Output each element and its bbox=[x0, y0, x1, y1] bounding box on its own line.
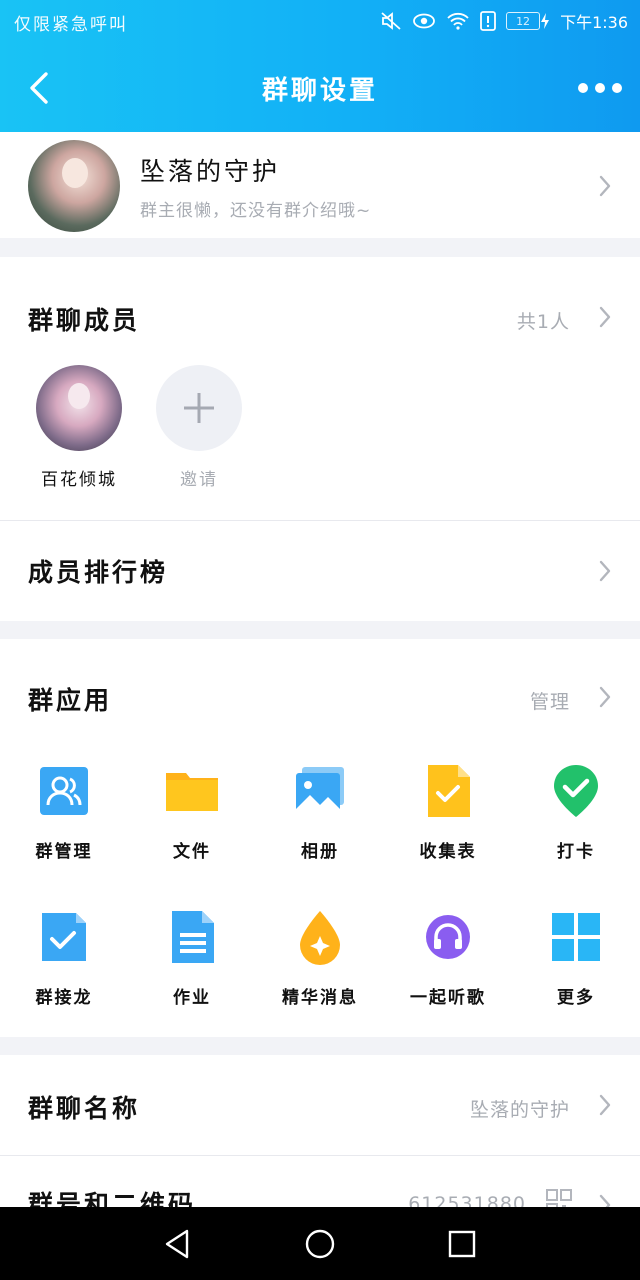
chevron-right-icon bbox=[599, 1094, 611, 1116]
apps-title: 群应用 bbox=[28, 686, 113, 715]
album-icon bbox=[296, 767, 344, 813]
app-essence[interactable]: 精华消息 bbox=[260, 909, 380, 1008]
group-qr-row[interactable]: 群号和二维码 612531880 bbox=[0, 1155, 640, 1215]
app-homework[interactable]: 作业 bbox=[132, 909, 252, 1008]
apps-manage-link[interactable]: 管理 bbox=[530, 687, 570, 714]
invite-button[interactable]: 邀请 bbox=[155, 365, 243, 490]
relay-icon bbox=[42, 913, 86, 961]
more-dots-icon[interactable] bbox=[578, 74, 622, 102]
group-apps-card: 群应用 管理 群管理 文件 相册 收集表 打卡 群接龙 作业 精华消息 一起听歌 bbox=[0, 639, 640, 1037]
member-name: 百花倾城 bbox=[41, 470, 117, 490]
chevron-right-icon[interactable] bbox=[598, 685, 612, 709]
group-name-row[interactable]: 群聊名称 坠落的守护 bbox=[0, 1055, 640, 1155]
more-apps-icon bbox=[552, 913, 600, 961]
app-label: 精华消息 bbox=[282, 988, 358, 1008]
members-count[interactable]: 共1人 bbox=[517, 307, 570, 334]
ranking-label: 成员排行榜 bbox=[28, 558, 169, 587]
ranking-row[interactable]: 成员排行榜 bbox=[0, 521, 640, 621]
nav-back-icon[interactable] bbox=[161, 1227, 195, 1261]
nav-recent-icon[interactable] bbox=[445, 1227, 479, 1261]
battery-level: 12 bbox=[506, 12, 541, 30]
members-card: 群聊成员 共1人 百花倾城 邀请 成员排行榜 bbox=[0, 257, 640, 621]
chevron-right-icon bbox=[599, 560, 611, 582]
music-icon bbox=[426, 915, 470, 959]
collect-form-icon bbox=[428, 765, 470, 817]
app-files[interactable]: 文件 bbox=[132, 763, 252, 862]
app-label: 更多 bbox=[557, 988, 595, 1008]
mute-icon bbox=[381, 12, 401, 30]
essence-icon bbox=[300, 911, 340, 965]
app-album[interactable]: 相册 bbox=[260, 763, 380, 862]
app-label: 相册 bbox=[301, 842, 339, 862]
invite-label: 邀请 bbox=[180, 470, 218, 490]
nav-bar: 群聊设置 bbox=[0, 50, 640, 128]
app-label: 群接龙 bbox=[35, 988, 93, 1008]
chevron-right-icon[interactable] bbox=[598, 305, 612, 329]
app-more[interactable]: 更多 bbox=[516, 909, 636, 1008]
nav-home-icon[interactable] bbox=[303, 1227, 337, 1261]
homework-icon bbox=[172, 911, 214, 963]
avatar bbox=[36, 365, 122, 451]
page-title: 群聊设置 bbox=[261, 76, 378, 106]
top-bar: 仅限紧急呼叫 12 下午1:36 群聊设置 bbox=[0, 0, 640, 132]
group-name: 坠落的守护 bbox=[140, 157, 281, 186]
app-music[interactable]: 一起听歌 bbox=[388, 909, 508, 1008]
wifi-icon bbox=[447, 12, 469, 30]
group-name-label: 群聊名称 bbox=[28, 1094, 141, 1123]
app-label: 文件 bbox=[173, 842, 211, 862]
members-title: 群聊成员 bbox=[28, 306, 141, 335]
group-name-value: 坠落的守护 bbox=[469, 1099, 570, 1121]
folder-icon bbox=[166, 773, 218, 811]
alert-icon bbox=[480, 11, 496, 31]
chevron-right-icon bbox=[599, 175, 611, 197]
system-nav-bar bbox=[0, 1207, 640, 1280]
status-bar: 仅限紧急呼叫 12 下午1:36 bbox=[0, 0, 640, 44]
app-relay[interactable]: 群接龙 bbox=[4, 909, 124, 1008]
checkin-icon bbox=[554, 765, 598, 817]
status-icons: 12 下午1:36 bbox=[380, 8, 628, 34]
app-group-manage[interactable]: 群管理 bbox=[4, 763, 124, 862]
group-description: 群主很懒，还没有群介绍哦~ bbox=[140, 201, 372, 221]
group-manage-icon bbox=[40, 767, 88, 815]
eye-icon bbox=[413, 13, 435, 29]
app-label: 作业 bbox=[173, 988, 211, 1008]
app-label: 一起听歌 bbox=[410, 988, 486, 1008]
app-collect-form[interactable]: 收集表 bbox=[388, 763, 508, 862]
app-checkin[interactable]: 打卡 bbox=[516, 763, 636, 862]
divider bbox=[0, 1155, 640, 1156]
app-label: 打卡 bbox=[557, 842, 595, 862]
status-carrier-text: 仅限紧急呼叫 bbox=[14, 15, 128, 35]
group-profile-card[interactable]: 坠落的守护 群主很懒，还没有群介绍哦~ bbox=[0, 132, 640, 238]
status-time: 下午1:36 bbox=[560, 13, 628, 32]
group-avatar bbox=[28, 140, 120, 232]
member-item[interactable]: 百花倾城 bbox=[35, 365, 123, 490]
charging-icon bbox=[541, 13, 550, 29]
add-icon bbox=[156, 365, 242, 451]
battery-icon: 12 bbox=[506, 12, 550, 30]
app-label: 收集表 bbox=[419, 842, 477, 862]
app-label: 群管理 bbox=[35, 842, 93, 862]
